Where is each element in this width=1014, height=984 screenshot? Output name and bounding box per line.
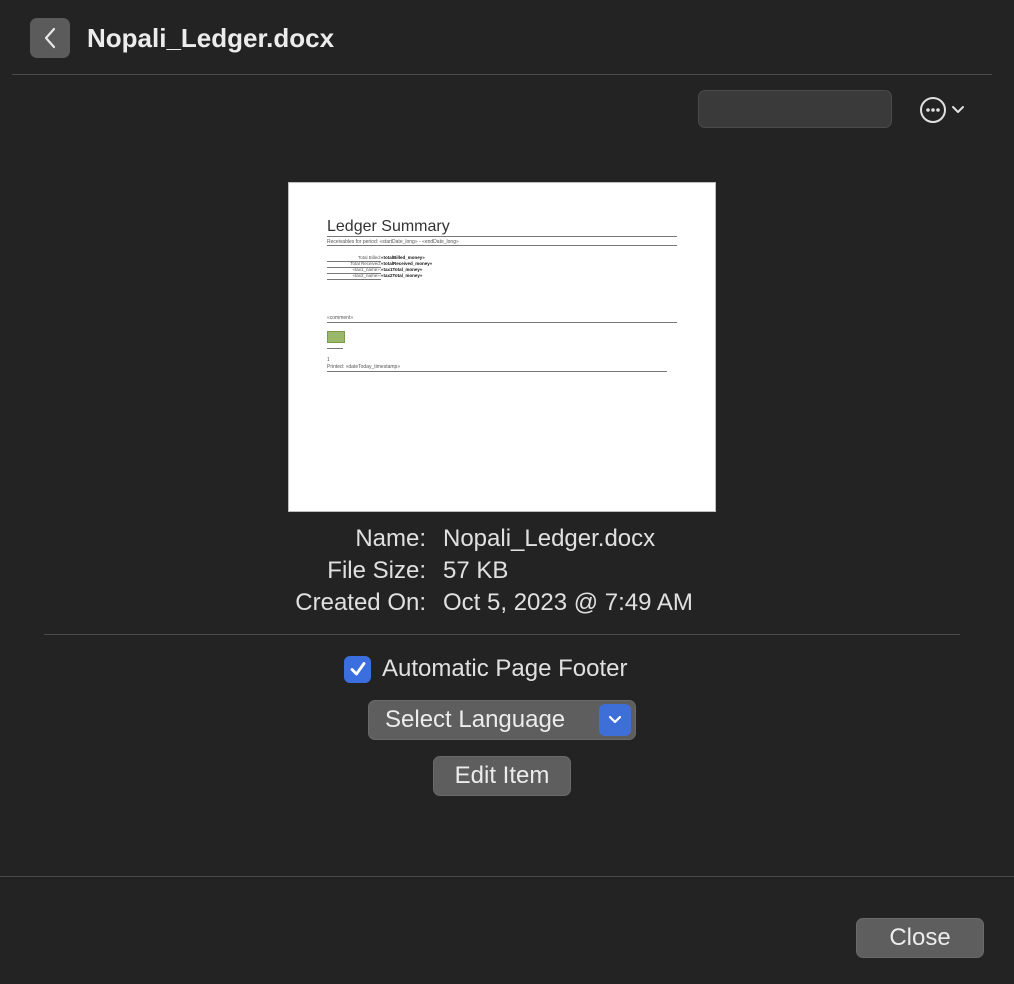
language-select[interactable]: Select Language — [368, 700, 636, 740]
search-input[interactable] — [698, 90, 892, 128]
info-row-name: Name: Nopali_Ledger.docx — [0, 523, 1014, 555]
footer-option: Automatic Page Footer — [344, 654, 627, 684]
close-button[interactable]: Close — [856, 918, 984, 958]
info-row-created: Created On: Oct 5, 2023 @ 7:49 AM — [0, 587, 1014, 619]
size-label: File Size: — [327, 557, 426, 584]
chevron-down-icon — [952, 106, 964, 113]
chevron-down-icon — [608, 715, 622, 724]
preview-row-value: «totalBilled_money» — [381, 255, 425, 260]
file-info-window: Nopali_Ledger.docx Ledger Summary Receiv… — [0, 0, 1014, 984]
preview-rule — [327, 236, 677, 237]
document-preview: Ledger Summary Receivables for period: «… — [288, 182, 716, 512]
preview-rule — [327, 245, 677, 246]
footer-checkbox[interactable] — [344, 655, 371, 683]
preview-printed: Printed: «dateToday_timestamp» — [327, 364, 401, 370]
footer-checkbox-label[interactable]: Automatic Page Footer — [382, 655, 627, 683]
preview-row-label: «tax2_name»: — [327, 273, 381, 280]
footer-divider — [0, 876, 1014, 877]
name-value: Nopali_Ledger.docx — [443, 525, 656, 552]
header-divider — [12, 74, 992, 75]
preview-comment: «comment» — [327, 315, 354, 321]
ellipsis-circle-icon — [920, 97, 946, 123]
size-value: 57 KB — [443, 557, 509, 584]
preview-image — [327, 331, 345, 343]
preview-row-value: «totalReceived_money» — [381, 261, 433, 266]
section-divider — [44, 634, 960, 635]
created-label: Created On: — [295, 589, 426, 616]
checkmark-icon — [350, 662, 365, 676]
chevron-left-icon — [44, 27, 56, 49]
preview-row-value: «tax2Total_money» — [381, 273, 423, 278]
edit-item-button[interactable]: Edit Item — [433, 756, 571, 796]
info-row-size: File Size: 57 KB — [0, 555, 1014, 587]
window-title: Nopali_Ledger.docx — [87, 23, 335, 53]
preview-row-value: «tax1Total_money» — [381, 267, 423, 272]
select-arrow — [599, 704, 631, 736]
preview-rule — [327, 322, 677, 323]
language-select-label: Select Language — [385, 706, 566, 733]
name-label: Name: — [355, 525, 426, 552]
back-button[interactable] — [30, 18, 70, 58]
preview-rule — [327, 371, 667, 372]
preview-title: Ledger Summary — [327, 218, 450, 235]
preview-page-number: 1 — [327, 357, 330, 363]
more-options-menu[interactable] — [918, 94, 974, 126]
preview-row: «tax2_name»:«tax2Total_money» — [327, 273, 422, 280]
created-value: Oct 5, 2023 @ 7:49 AM — [443, 589, 693, 616]
preview-rule — [327, 348, 343, 349]
